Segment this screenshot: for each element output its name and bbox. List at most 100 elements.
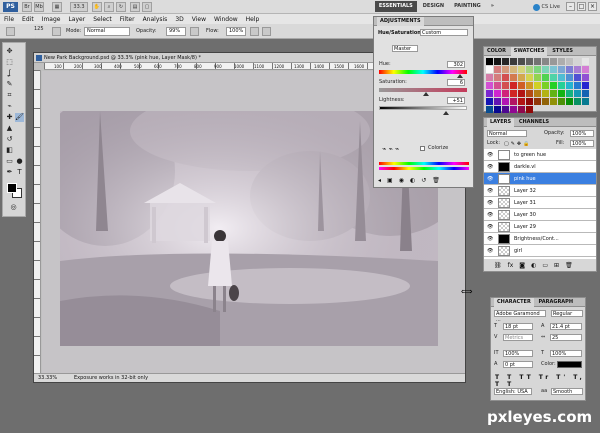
tab-swatches[interactable]: SWATCHES [510,47,548,56]
color-swatch[interactable] [486,82,493,89]
link-layers-icon[interactable]: ⛓ [494,262,502,269]
clone-stamp-tool-icon[interactable]: ▲ [5,124,14,133]
menu-select[interactable]: Select [93,16,112,23]
color-swatch[interactable] [526,98,533,105]
eye-icon[interactable]: 👁 [487,200,493,206]
color-swatch[interactable] [494,58,501,65]
hue-slider-thumb[interactable] [456,74,463,78]
color-swatch[interactable] [542,66,549,73]
type-tool-icon[interactable]: T [15,168,24,177]
return-icon[interactable]: ◂ [378,177,381,186]
color-swatch[interactable] [502,58,509,65]
color-swatch[interactable] [526,82,533,89]
color-swatch[interactable] [550,82,557,89]
workspace-painting[interactable]: PAINTING [450,1,485,12]
color-swatch[interactable] [542,74,549,81]
lightness-slider-thumb[interactable] [443,111,449,115]
color-swatch[interactable] [526,74,533,81]
color-swatch[interactable] [534,58,541,65]
color-swatch[interactable] [494,66,501,73]
group-icon[interactable]: ▭ [542,262,548,269]
eye-icon[interactable]: 👁 [487,164,493,170]
color-swatch[interactable] [566,98,573,105]
color-swatch[interactable] [566,74,573,81]
color-swatch[interactable] [486,90,493,97]
quick-select-tool-icon[interactable]: ✎ [5,80,14,89]
saturation-slider-thumb[interactable] [422,92,429,96]
color-swatch[interactable] [558,82,565,89]
menu-filter[interactable]: Filter [120,16,135,23]
color-swatch[interactable] [566,90,573,97]
color-swatch[interactable] [510,74,517,81]
color-swatch[interactable] [494,74,501,81]
color-swatch[interactable] [542,90,549,97]
color-swatch[interactable] [486,98,493,105]
layer-row[interactable]: 👁 Brightness/Cont... [484,233,596,245]
color-swatch[interactable] [534,98,541,105]
brush-panel-icon[interactable] [52,27,61,36]
color-swatch[interactable] [518,106,525,113]
brush-preset-icon[interactable] [6,27,15,36]
fill-input[interactable]: 100% [570,140,594,147]
tracking-input[interactable]: 25 [550,334,582,341]
color-swatch[interactable] [542,98,549,105]
color-swatch[interactable] [510,66,517,73]
color-swatch[interactable] [574,58,581,65]
color-swatch[interactable] [526,90,533,97]
color-swatch[interactable] [526,58,533,65]
move-tool-icon[interactable]: ✥ [5,47,14,56]
color-swatch[interactable] [550,90,557,97]
color-swatch[interactable] [502,66,509,73]
color-swatch[interactable] [502,90,509,97]
color-swatch[interactable] [574,98,581,105]
color-swatch[interactable] [582,58,589,65]
color-swatch[interactable] [510,90,517,97]
language-select[interactable]: English: USA [494,388,532,395]
color-swatch[interactable] [574,82,581,89]
zoom-level-select[interactable]: 33.3 [70,2,88,12]
color-swatch[interactable] [558,66,565,73]
eyedropper-tool-icon[interactable]: ⌁ [5,102,14,111]
leading-input[interactable]: 21.4 pt [550,323,582,330]
font-size-input[interactable]: 18 pt [503,323,533,330]
kerning-select[interactable]: Metrics [503,334,533,341]
blur-tool-icon[interactable]: ● [15,157,24,166]
color-swatch[interactable] [510,98,517,105]
color-swatch[interactable] [534,66,541,73]
color-swatch[interactable] [502,82,509,89]
baseline-input[interactable]: 0 pt [503,361,533,368]
color-swatch[interactable] [534,82,541,89]
close-button[interactable]: × [588,2,597,11]
color-swatch[interactable] [510,58,517,65]
color-swatch[interactable] [558,74,565,81]
color-swatch[interactable] [518,58,525,65]
color-swatch[interactable] [582,74,589,81]
pen-tool-icon[interactable]: ✒ [5,168,14,177]
airbrush-icon[interactable] [250,27,259,36]
layer-opacity-input[interactable]: 100% [570,130,594,137]
mode-select[interactable]: Normal [84,27,130,36]
visibility-icon[interactable]: ◐ [410,177,415,186]
healing-tool-icon[interactable]: ✚ [5,113,14,122]
color-swatch[interactable] [518,82,525,89]
tab-channels[interactable]: CHANNELS [516,119,549,125]
color-swatch[interactable] [510,106,517,113]
eye-icon[interactable]: 👁 [487,212,493,218]
workspace-essentials[interactable]: ESSENTIALS [374,1,417,12]
color-swatch[interactable] [518,66,525,73]
color-swatch[interactable] [582,82,589,89]
color-swatch[interactable] [486,74,493,81]
hue-slider[interactable] [379,70,467,78]
text-style-buttons[interactable]: T T TT Tr T' T, T T [495,374,585,388]
eye-icon[interactable]: 👁 [487,176,493,182]
tab-adjustments[interactable]: ADJUSTMENTS [377,17,424,26]
color-swatch[interactable] [494,90,501,97]
delete-layer-icon[interactable]: 🗑 [565,262,573,269]
color-swatch[interactable] [574,66,581,73]
zoom-readout[interactable]: 33.33% [38,374,57,382]
eyedropper-icons[interactable]: ⌁ ⌁ ⌁ [382,145,399,153]
menu-help[interactable]: Help [246,16,260,23]
flow-input[interactable]: 100% [226,27,246,36]
colorize-checkbox[interactable] [420,146,425,151]
lightness-slider[interactable] [379,106,467,115]
